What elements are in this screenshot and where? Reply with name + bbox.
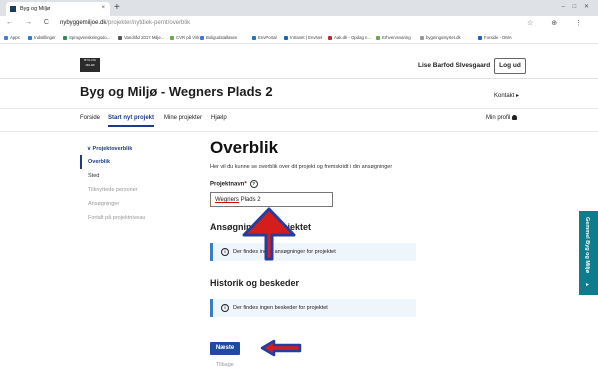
left-arrow-annotation [260,339,302,357]
up-arrow-annotation [242,207,296,261]
annotation-overlay [242,207,302,357]
